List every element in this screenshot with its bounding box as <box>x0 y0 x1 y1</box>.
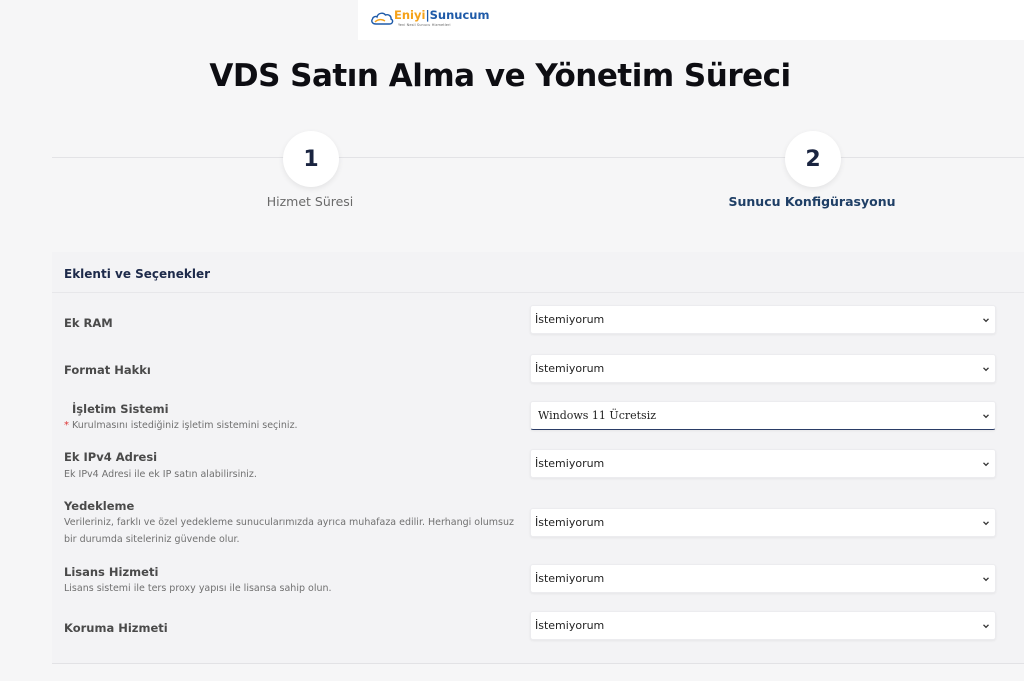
format-hakki-value: İstemiyorum <box>535 362 605 375</box>
koruma-hizmeti-value: İstemiyorum <box>535 619 605 632</box>
section-divider <box>52 292 1024 293</box>
ek-ipv4-label: Ek IPv4 Adresi <box>64 450 158 464</box>
cloud-logo-icon <box>371 12 394 25</box>
brand-logo[interactable]: Eniyi|Sunucum Yeni Nesil Sunucu Hizmetle… <box>370 8 489 30</box>
chevron-down-icon <box>983 576 989 581</box>
ek-ipv4-value: İstemiyorum <box>535 457 605 470</box>
brand-name-part2: Sunucum <box>429 8 490 22</box>
chevron-down-icon <box>983 413 989 418</box>
isletim-sistemi-value: Windows 11 Ücretsiz <box>538 409 657 422</box>
lisans-hizmeti-value: İstemiyorum <box>535 572 605 585</box>
header-bar: Eniyi|Sunucum Yeni Nesil Sunucu Hizmetle… <box>358 0 1024 40</box>
required-asterisk: * <box>64 420 69 431</box>
ek-ipv4-description: Ek IPv4 Adresi ile ek IP satın alabilirs… <box>64 469 257 480</box>
chevron-down-icon <box>983 366 989 371</box>
yedekleme-label: Yedekleme <box>64 499 135 513</box>
chevron-down-icon <box>983 623 989 628</box>
isletim-sistemi-description: * Kurulmasını istediğiniz işletim sistemi… <box>64 417 514 434</box>
lisans-hizmeti-select[interactable]: İstemiyorum <box>530 564 996 593</box>
isletim-sistemi-description-text: Kurulmasını istediğiniz işletim sistemin… <box>72 420 298 431</box>
chevron-down-icon <box>983 520 989 525</box>
koruma-hizmeti-label: Koruma Hizmeti <box>64 621 168 635</box>
brand-tagline: Yeni Nesil Sunucu Hizmetleri <box>398 23 451 27</box>
koruma-hizmeti-select[interactable]: İstemiyorum <box>530 611 996 640</box>
format-hakki-label: Format Hakkı <box>64 363 151 377</box>
isletim-sistemi-label: İşletim Sistemi <box>72 402 169 416</box>
ek-ram-value: İstemiyorum <box>535 313 605 326</box>
ek-ram-select[interactable]: İstemiyorum <box>530 305 996 334</box>
format-hakki-select[interactable]: İstemiyorum <box>530 354 996 383</box>
brand-name-part1: Eniyi <box>394 8 426 22</box>
stepper-line <box>52 157 1024 158</box>
yedekleme-value: İstemiyorum <box>535 516 605 529</box>
step-1-label: Hizmet Süresi <box>266 194 354 209</box>
step-1-number: 1 <box>303 146 319 172</box>
ek-ipv4-select[interactable]: İstemiyorum <box>530 449 996 478</box>
lisans-hizmeti-label: Lisans Hizmeti <box>64 565 159 579</box>
brand-name: Eniyi|Sunucum <box>394 8 490 22</box>
ek-ram-label: Ek RAM <box>64 316 113 330</box>
chevron-down-icon <box>983 317 989 322</box>
step-2-label: Sunucu Konfigürasyonu <box>728 194 896 209</box>
step-2-number: 2 <box>805 146 821 172</box>
yedekleme-select[interactable]: İstemiyorum <box>530 508 996 537</box>
addons-section-title: Eklenti ve Seçenekler <box>64 267 211 281</box>
step-1-circle[interactable]: 1 <box>283 131 339 187</box>
step-2-circle[interactable]: 2 <box>785 131 841 187</box>
yedekleme-description: Verileriniz, farklı ve özel yedekleme su… <box>64 517 514 545</box>
chevron-down-icon <box>983 461 989 466</box>
page-title: VDS Satın Alma ve Yönetim Süreci <box>209 58 791 94</box>
isletim-sistemi-select[interactable]: Windows 11 Ücretsiz <box>530 401 996 430</box>
lisans-hizmeti-description: Lisans sistemi ile ters proxy yapısı ile… <box>64 583 332 594</box>
